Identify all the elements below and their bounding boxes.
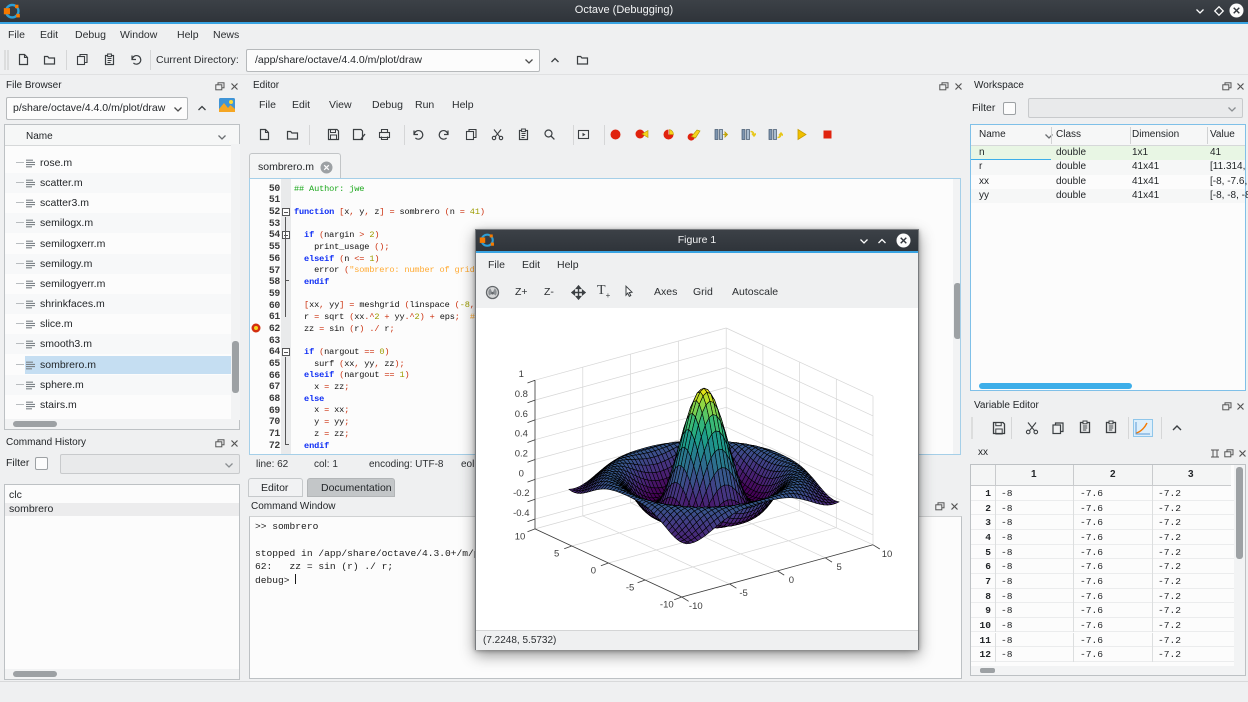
svg-text:-0.2: -0.2	[513, 488, 529, 499]
svg-text:0: 0	[789, 575, 794, 586]
svg-text:10: 10	[515, 532, 526, 543]
svg-text:-5: -5	[626, 583, 634, 594]
svg-text:10: 10	[882, 549, 893, 560]
svg-text:0.4: 0.4	[515, 429, 528, 440]
svg-text:0: 0	[591, 566, 596, 577]
svg-text:0: 0	[519, 468, 524, 479]
svg-text:1: 1	[519, 369, 524, 380]
svg-text:0.2: 0.2	[515, 448, 528, 459]
svg-text:0.8: 0.8	[515, 389, 528, 400]
svg-text:-10: -10	[660, 600, 674, 611]
svg-text:-5: -5	[739, 588, 747, 599]
svg-text:5: 5	[554, 549, 559, 560]
svg-text:0.6: 0.6	[515, 409, 528, 420]
svg-text:-0.4: -0.4	[513, 508, 529, 519]
svg-text:-10: -10	[689, 601, 703, 612]
svg-text:5: 5	[837, 562, 842, 573]
